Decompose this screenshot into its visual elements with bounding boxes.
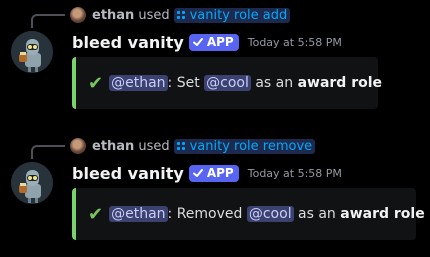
command-name: vanity role remove: [189, 138, 313, 154]
embed-verb: Removed: [176, 206, 247, 222]
timestamp[interactable]: Today at 5:58 PM: [248, 36, 342, 49]
verified-check-icon: [192, 38, 203, 46]
reply-spine: [31, 14, 65, 28]
embed-emphasis: award role: [297, 75, 383, 91]
timestamp[interactable]: Today at 5:58 PM: [248, 167, 342, 180]
reply-avatar[interactable]: [70, 7, 86, 23]
role-mention[interactable]: @cool: [204, 75, 251, 91]
embed-verb: Set: [176, 75, 205, 91]
reply-context[interactable]: ethan used vanity role remove: [70, 136, 316, 156]
verified-check-icon: [192, 169, 203, 177]
check-icon: ✔: [88, 203, 104, 225]
app-badge: APP: [188, 33, 239, 51]
reply-used-label: used: [138, 7, 170, 23]
embed: ✔ @ethan : Set @cool as an award role: [72, 57, 382, 109]
reply-username[interactable]: ethan: [92, 8, 134, 23]
app-badge-label: APP: [206, 166, 234, 180]
bot-avatar[interactable]: [11, 162, 53, 204]
user-mention[interactable]: @ethan: [109, 206, 168, 222]
command-link[interactable]: vanity role add: [173, 7, 291, 23]
reply-used-label: used: [138, 138, 170, 154]
user-mention[interactable]: @ethan: [109, 75, 168, 91]
reply-context[interactable]: ethan used vanity role add: [70, 5, 291, 25]
command-name: vanity role add: [189, 7, 288, 23]
embed-middle: as an: [250, 75, 298, 91]
embed-separator: :: [167, 206, 177, 222]
embed-separator: :: [167, 75, 177, 91]
embed-middle: as an: [293, 206, 341, 222]
reply-avatar[interactable]: [70, 138, 86, 154]
check-icon: ✔: [88, 72, 104, 94]
message-header: bleed vanity APP Today at 5:58 PM: [72, 31, 342, 53]
reply-spine: [31, 145, 65, 159]
embed: ✔ @ethan : Removed @cool as an award rol…: [72, 188, 425, 240]
bot-avatar[interactable]: [11, 31, 53, 73]
reply-username[interactable]: ethan: [92, 139, 134, 154]
command-link[interactable]: vanity role remove: [173, 138, 316, 154]
author-name[interactable]: bleed vanity: [72, 33, 184, 52]
author-name[interactable]: bleed vanity: [72, 164, 184, 183]
slash-command-icon: [176, 11, 185, 19]
embed-emphasis: award role: [340, 206, 425, 222]
message-header: bleed vanity APP Today at 5:58 PM: [72, 162, 342, 184]
slash-command-icon: [176, 142, 185, 150]
app-badge: APP: [188, 164, 239, 182]
app-badge-label: APP: [206, 35, 234, 49]
role-mention[interactable]: @cool: [246, 206, 294, 222]
